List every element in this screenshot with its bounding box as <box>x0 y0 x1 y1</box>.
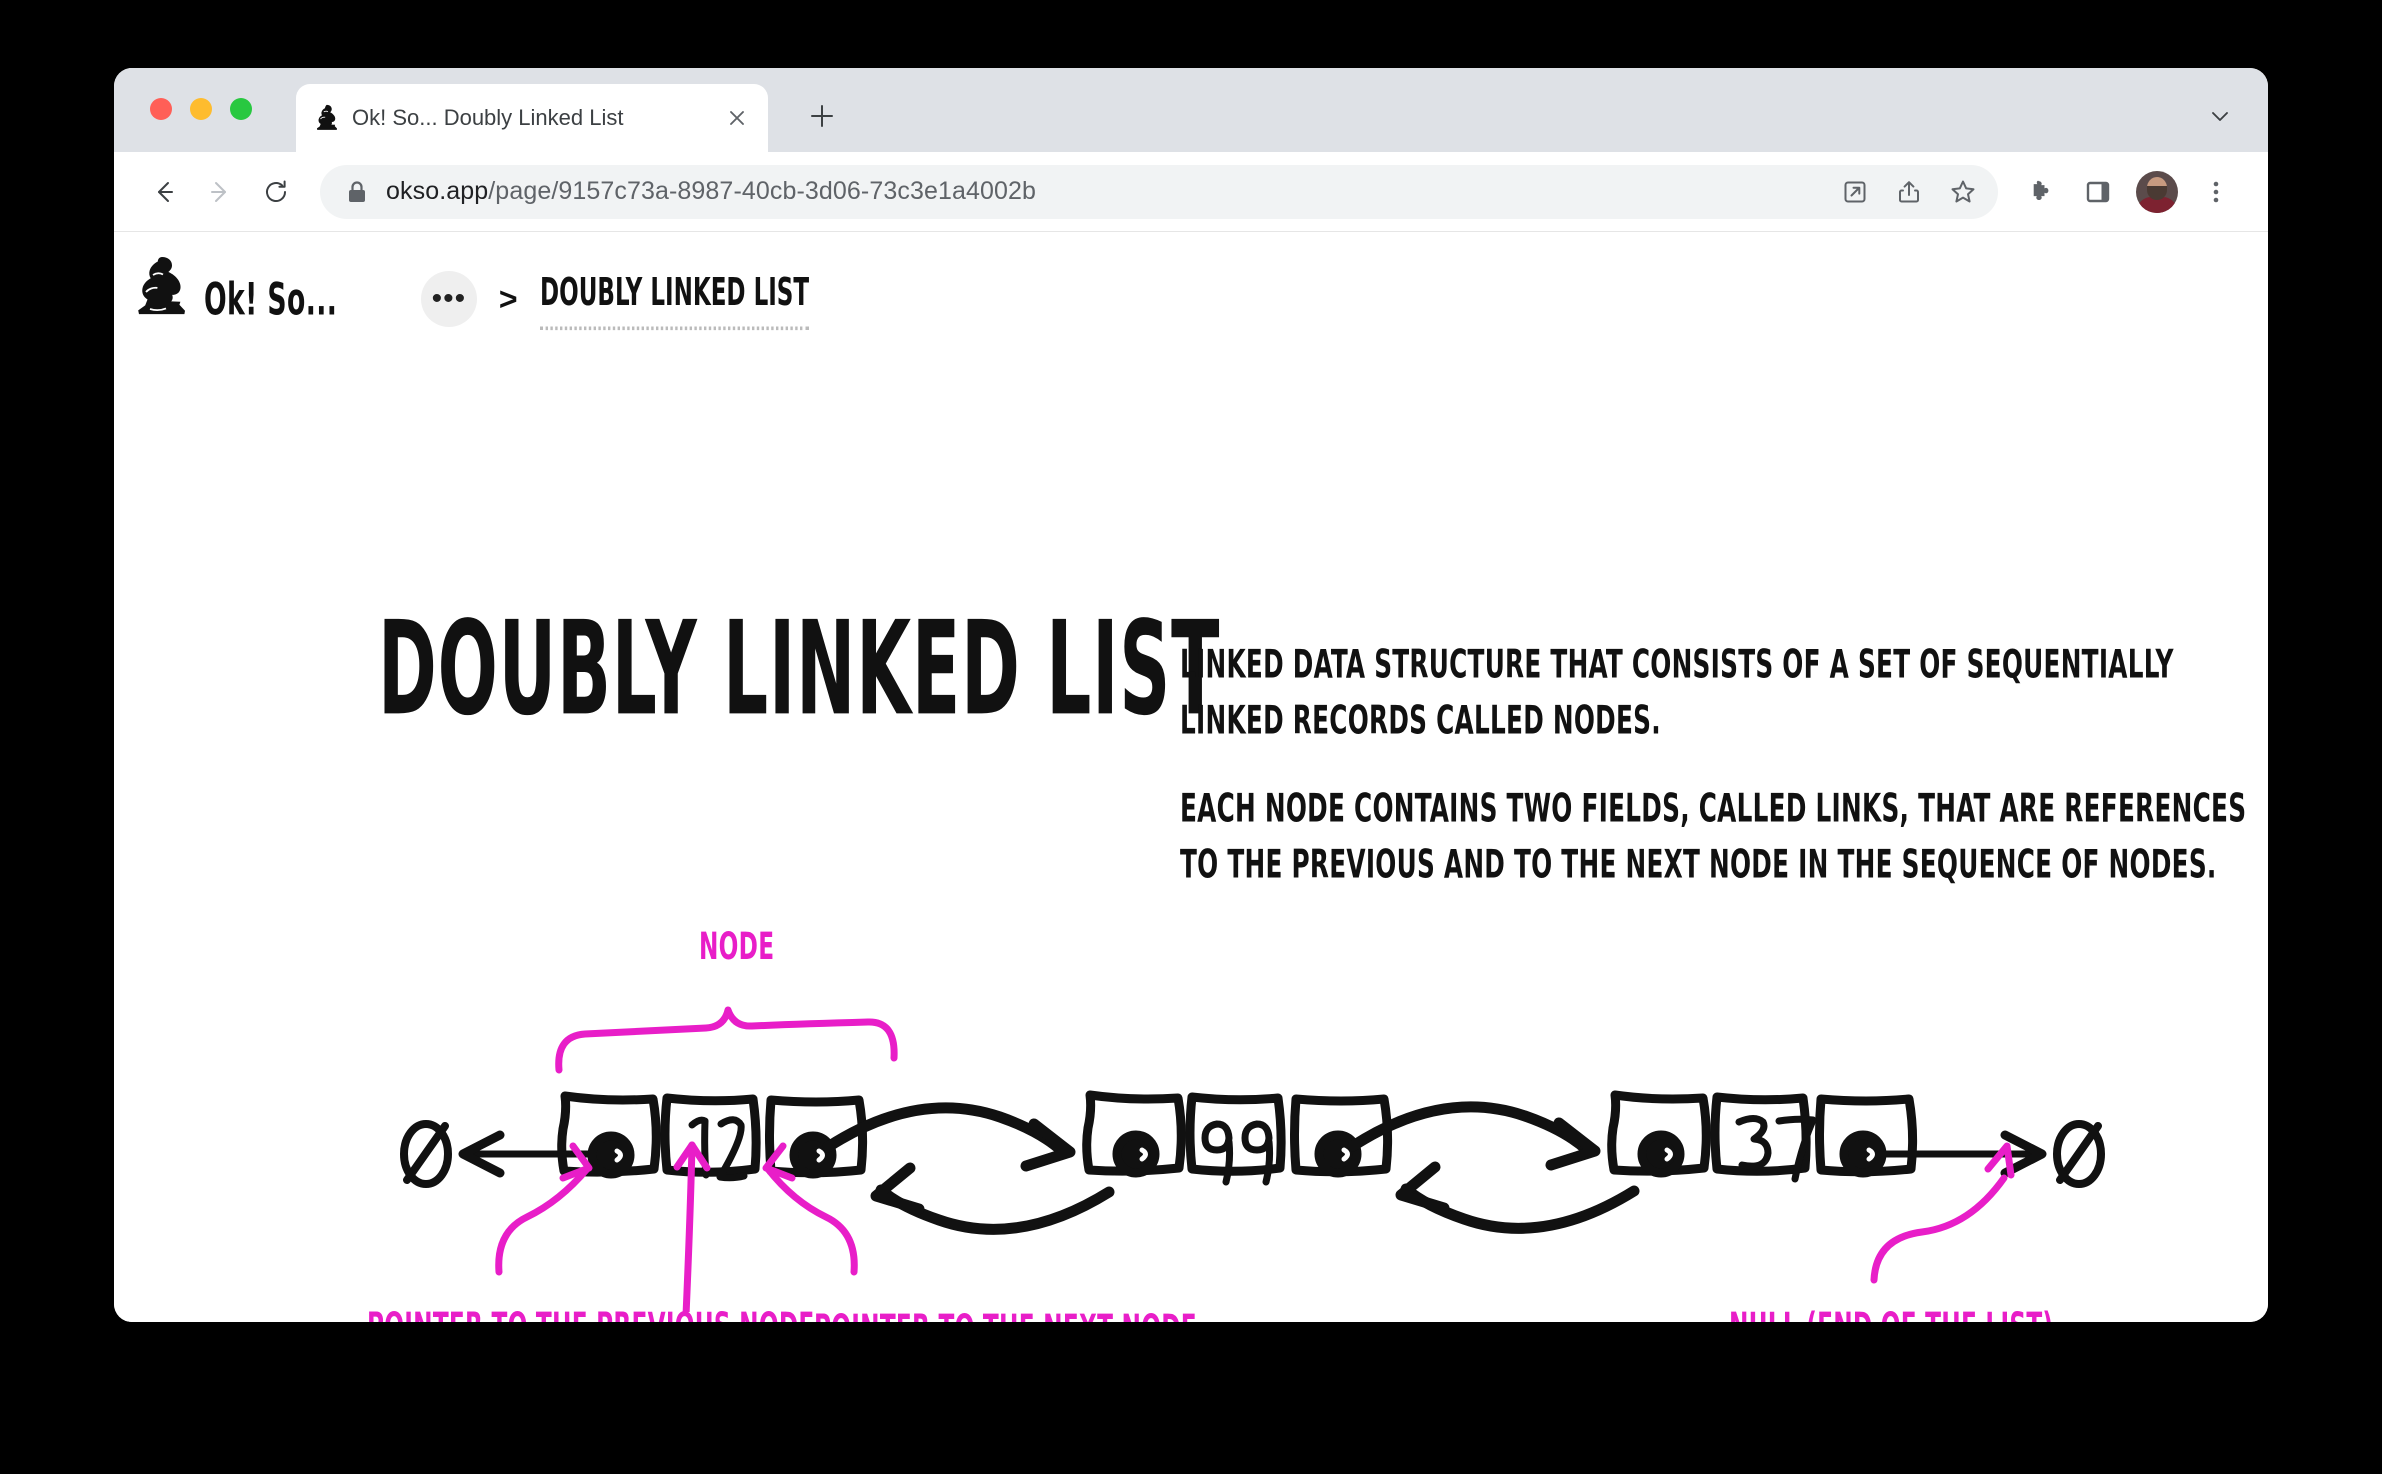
profile-avatar[interactable] <box>2136 170 2178 213</box>
lock-icon <box>346 180 368 204</box>
url-text: okso.app/page/9157c73a-8987-40cb-3d06-73… <box>386 177 1830 206</box>
next-pointer-arrow <box>764 1165 858 1276</box>
app-canvas: Ok! So... ••• > Doubly Linked List Doubl… <box>114 232 2268 1322</box>
brand-name[interactable]: Ok! So... <box>204 273 337 325</box>
close-window-button[interactable] <box>150 98 172 120</box>
null-arrowhead <box>1984 1142 2015 1179</box>
prev-pointer-dot-1 <box>587 1131 635 1179</box>
extensions-puzzle-icon[interactable] <box>2016 166 2068 218</box>
url-path: /page/9157c73a-8987-40cb-3d06-73c3e1a400… <box>488 177 1036 205</box>
open-in-new-icon[interactable] <box>1830 167 1880 217</box>
page-title: Doubly Linked List <box>378 593 1221 745</box>
null-arrow <box>1870 1174 2008 1284</box>
chevron-down-icon[interactable] <box>2200 96 2240 136</box>
prev-pointer-dot-3 <box>1637 1130 1685 1178</box>
diagram-svg <box>400 1006 2105 1312</box>
doubly-linked-list-diagram <box>114 892 2268 1312</box>
description-line: to the previous and to the next node in … <box>1180 841 2217 888</box>
maximize-window-button[interactable] <box>230 98 252 120</box>
null-symbol-left <box>400 1120 452 1188</box>
breadcrumb-ellipsis-button[interactable]: ••• <box>420 271 477 327</box>
app-header: Ok! So... ••• > Doubly Linked List <box>132 254 876 344</box>
omnibox-actions <box>1830 167 1988 217</box>
description-paragraph-1: Linked data structure that consists of a… <box>1180 636 2174 749</box>
annotation-node: Node <box>699 925 775 969</box>
new-tab-button[interactable] <box>800 94 844 138</box>
description-line: linked records called nodes. <box>1180 697 1661 744</box>
thinker-statue-logo[interactable] <box>132 253 196 345</box>
node-brace <box>555 1006 898 1074</box>
annotation-null-end: Null (end of the list) <box>1729 1305 2053 1322</box>
description-paragraph-2: Each node contains two fields, called li… <box>1180 780 2246 893</box>
reload-icon[interactable] <box>250 166 302 218</box>
side-panel-icon[interactable] <box>2072 166 2124 218</box>
description-line: Linked data structure that consists of a… <box>1180 640 2174 688</box>
minimize-window-button[interactable] <box>190 98 212 120</box>
tab-strip: Ok! So... Doubly Linked List <box>114 68 2268 152</box>
back-arrow-icon[interactable] <box>138 166 190 218</box>
chrome-menu-icon[interactable] <box>2190 166 2242 218</box>
breadcrumb-current-page[interactable]: Doubly Linked List <box>539 268 809 330</box>
thinker-statue-favicon <box>316 104 337 130</box>
browser-toolbar: okso.app/page/9157c73a-8987-40cb-3d06-73… <box>114 152 2268 232</box>
tab-title: Ok! So... Doubly Linked List <box>352 105 624 130</box>
browser-tab[interactable]: Ok! So... Doubly Linked List <box>296 84 768 152</box>
url-host: okso.app <box>386 177 489 205</box>
annotation-prev-pointer: Pointer to the previous node <box>367 1305 814 1322</box>
window-traffic-lights <box>150 98 252 120</box>
bookmark-star-icon[interactable] <box>1938 167 1988 217</box>
next-pointer-dot-3 <box>1839 1130 1887 1178</box>
address-bar[interactable]: okso.app/page/9157c73a-8987-40cb-3d06-73… <box>320 164 1998 219</box>
forward-arrow-icon[interactable] <box>194 166 246 218</box>
annotation-next-pointer: Pointer to the next node <box>814 1307 1197 1322</box>
browser-window: Ok! So... Doubly Linked List okso.app/pa… <box>114 68 2268 1322</box>
prev-pointer-arrow <box>495 1165 591 1276</box>
null-symbol-right <box>2053 1120 2105 1188</box>
description-line: Each node contains two fields, called li… <box>1180 784 2247 832</box>
close-icon[interactable] <box>722 103 752 133</box>
prev-pointer-dot-2 <box>1112 1130 1160 1178</box>
share-icon[interactable] <box>1884 167 1934 217</box>
breadcrumb-separator: > <box>498 280 518 317</box>
